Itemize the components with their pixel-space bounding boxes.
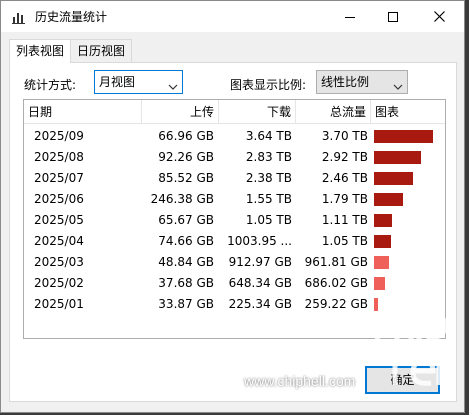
watermark-text: www.chiphell.com [244, 373, 356, 389]
stat-mode-select[interactable]: 月视图 [94, 70, 183, 94]
column-header-upload[interactable]: 上传 [142, 100, 219, 124]
cell-download: 1.55 TB [245, 192, 292, 206]
bar-chart-icon [11, 9, 27, 25]
cell-download: 648.34 GB [228, 276, 292, 290]
tab-calendar-view[interactable]: 日历视图 [70, 39, 133, 62]
traffic-bar [374, 277, 385, 290]
traffic-history-window: 历史流量统计 列表视图 日历视图 统计方式: 月视图 图表显示比例: 线性比例 … [0, 0, 465, 413]
column-header-date[interactable]: 日期 [24, 100, 142, 124]
cell-upload: 92.26 GB [158, 150, 214, 164]
tab-list-view[interactable]: 列表视图 [9, 39, 72, 63]
table-row[interactable]: 2025/08 92.26 GB 2.83 TB 2.92 TB [24, 147, 445, 168]
traffic-bar [374, 256, 389, 269]
column-header-total[interactable]: 总流量 [296, 100, 371, 124]
table-row[interactable]: 2025/05 65.67 GB 1.05 TB 1.11 TB [24, 210, 445, 231]
table-header: 日期 上传 下载 总流量 图表 [24, 100, 445, 124]
window-title: 历史流量统计 [35, 10, 108, 24]
chevron-down-icon [393, 77, 403, 99]
table-row[interactable]: 2025/02 37.68 GB 648.34 GB 686.02 GB [24, 273, 445, 294]
chevron-down-icon [168, 77, 178, 99]
minimize-button[interactable] [327, 1, 373, 32]
traffic-bar [374, 130, 433, 143]
cell-upload: 85.52 GB [158, 171, 214, 185]
cell-upload: 33.87 GB [158, 297, 214, 311]
cell-date: 2025/04 [34, 234, 84, 248]
chiphell-logo [373, 301, 453, 389]
cell-date: 2025/07 [34, 171, 84, 185]
cell-total: 1.11 TB [321, 213, 368, 227]
cell-upload: 66.96 GB [158, 129, 214, 143]
cell-total: 1.79 TB [321, 192, 368, 206]
cell-total: 2.46 TB [321, 171, 368, 185]
cell-date: 2025/01 [34, 297, 84, 311]
traffic-bar [374, 172, 413, 185]
cell-total: 2.92 TB [321, 150, 368, 164]
cell-download: 1003.95 ... [227, 234, 292, 248]
cell-upload: 246.38 GB [150, 192, 214, 206]
maximize-button[interactable] [370, 1, 416, 32]
cell-total: 1.05 TB [321, 234, 368, 248]
close-button[interactable] [416, 1, 462, 32]
cell-upload: 65.67 GB [158, 213, 214, 227]
cell-date: 2025/08 [34, 150, 84, 164]
traffic-bar [374, 151, 421, 164]
cell-total: 686.02 GB [304, 276, 368, 290]
cell-total: 259.22 GB [304, 297, 368, 311]
cell-upload: 48.84 GB [158, 255, 214, 269]
stat-mode-value: 月视图 [99, 75, 136, 89]
cell-upload: 37.68 GB [158, 276, 214, 290]
cell-date: 2025/06 [34, 192, 84, 206]
cell-date: 2025/03 [34, 255, 84, 269]
chart-scale-select[interactable]: 线性比例 [316, 70, 408, 94]
traffic-bar [374, 193, 403, 206]
traffic-bar [374, 214, 392, 227]
chart-scale-value: 线性比例 [321, 75, 370, 89]
cell-download: 3.64 TB [245, 129, 292, 143]
title-bar[interactable]: 历史流量统计 [1, 1, 464, 32]
cell-total: 961.81 GB [304, 255, 368, 269]
table-row[interactable]: 2025/07 85.52 GB 2.38 TB 2.46 TB [24, 168, 445, 189]
cell-download: 2.83 TB [245, 150, 292, 164]
cell-download: 2.38 TB [245, 171, 292, 185]
desktop-edge [465, 0, 469, 415]
chart-scale-label: 图表显示比例: [230, 78, 307, 92]
column-header-download[interactable]: 下载 [219, 100, 296, 124]
table-row[interactable]: 2025/06 246.38 GB 1.55 TB 1.79 TB [24, 189, 445, 210]
traffic-bar [374, 235, 391, 248]
cell-upload: 74.66 GB [158, 234, 214, 248]
cell-download: 1.05 TB [245, 213, 292, 227]
table-row[interactable]: 2025/09 66.96 GB 3.64 TB 3.70 TB [24, 126, 445, 147]
cell-date: 2025/05 [34, 213, 84, 227]
cell-download: 225.34 GB [228, 297, 292, 311]
table-row[interactable]: 2025/04 74.66 GB 1003.95 ... 1.05 TB [24, 231, 445, 252]
table-row[interactable]: 2025/03 48.84 GB 912.97 GB 961.81 GB [24, 252, 445, 273]
cell-total: 3.70 TB [321, 129, 368, 143]
view-tabs: 列表视图 日历视图 [9, 39, 133, 63]
cell-date: 2025/09 [34, 129, 84, 143]
column-header-chart[interactable]: 图表 [371, 100, 446, 124]
stat-mode-label: 统计方式: [24, 78, 77, 92]
cell-download: 912.97 GB [228, 255, 292, 269]
cell-date: 2025/02 [34, 276, 84, 290]
